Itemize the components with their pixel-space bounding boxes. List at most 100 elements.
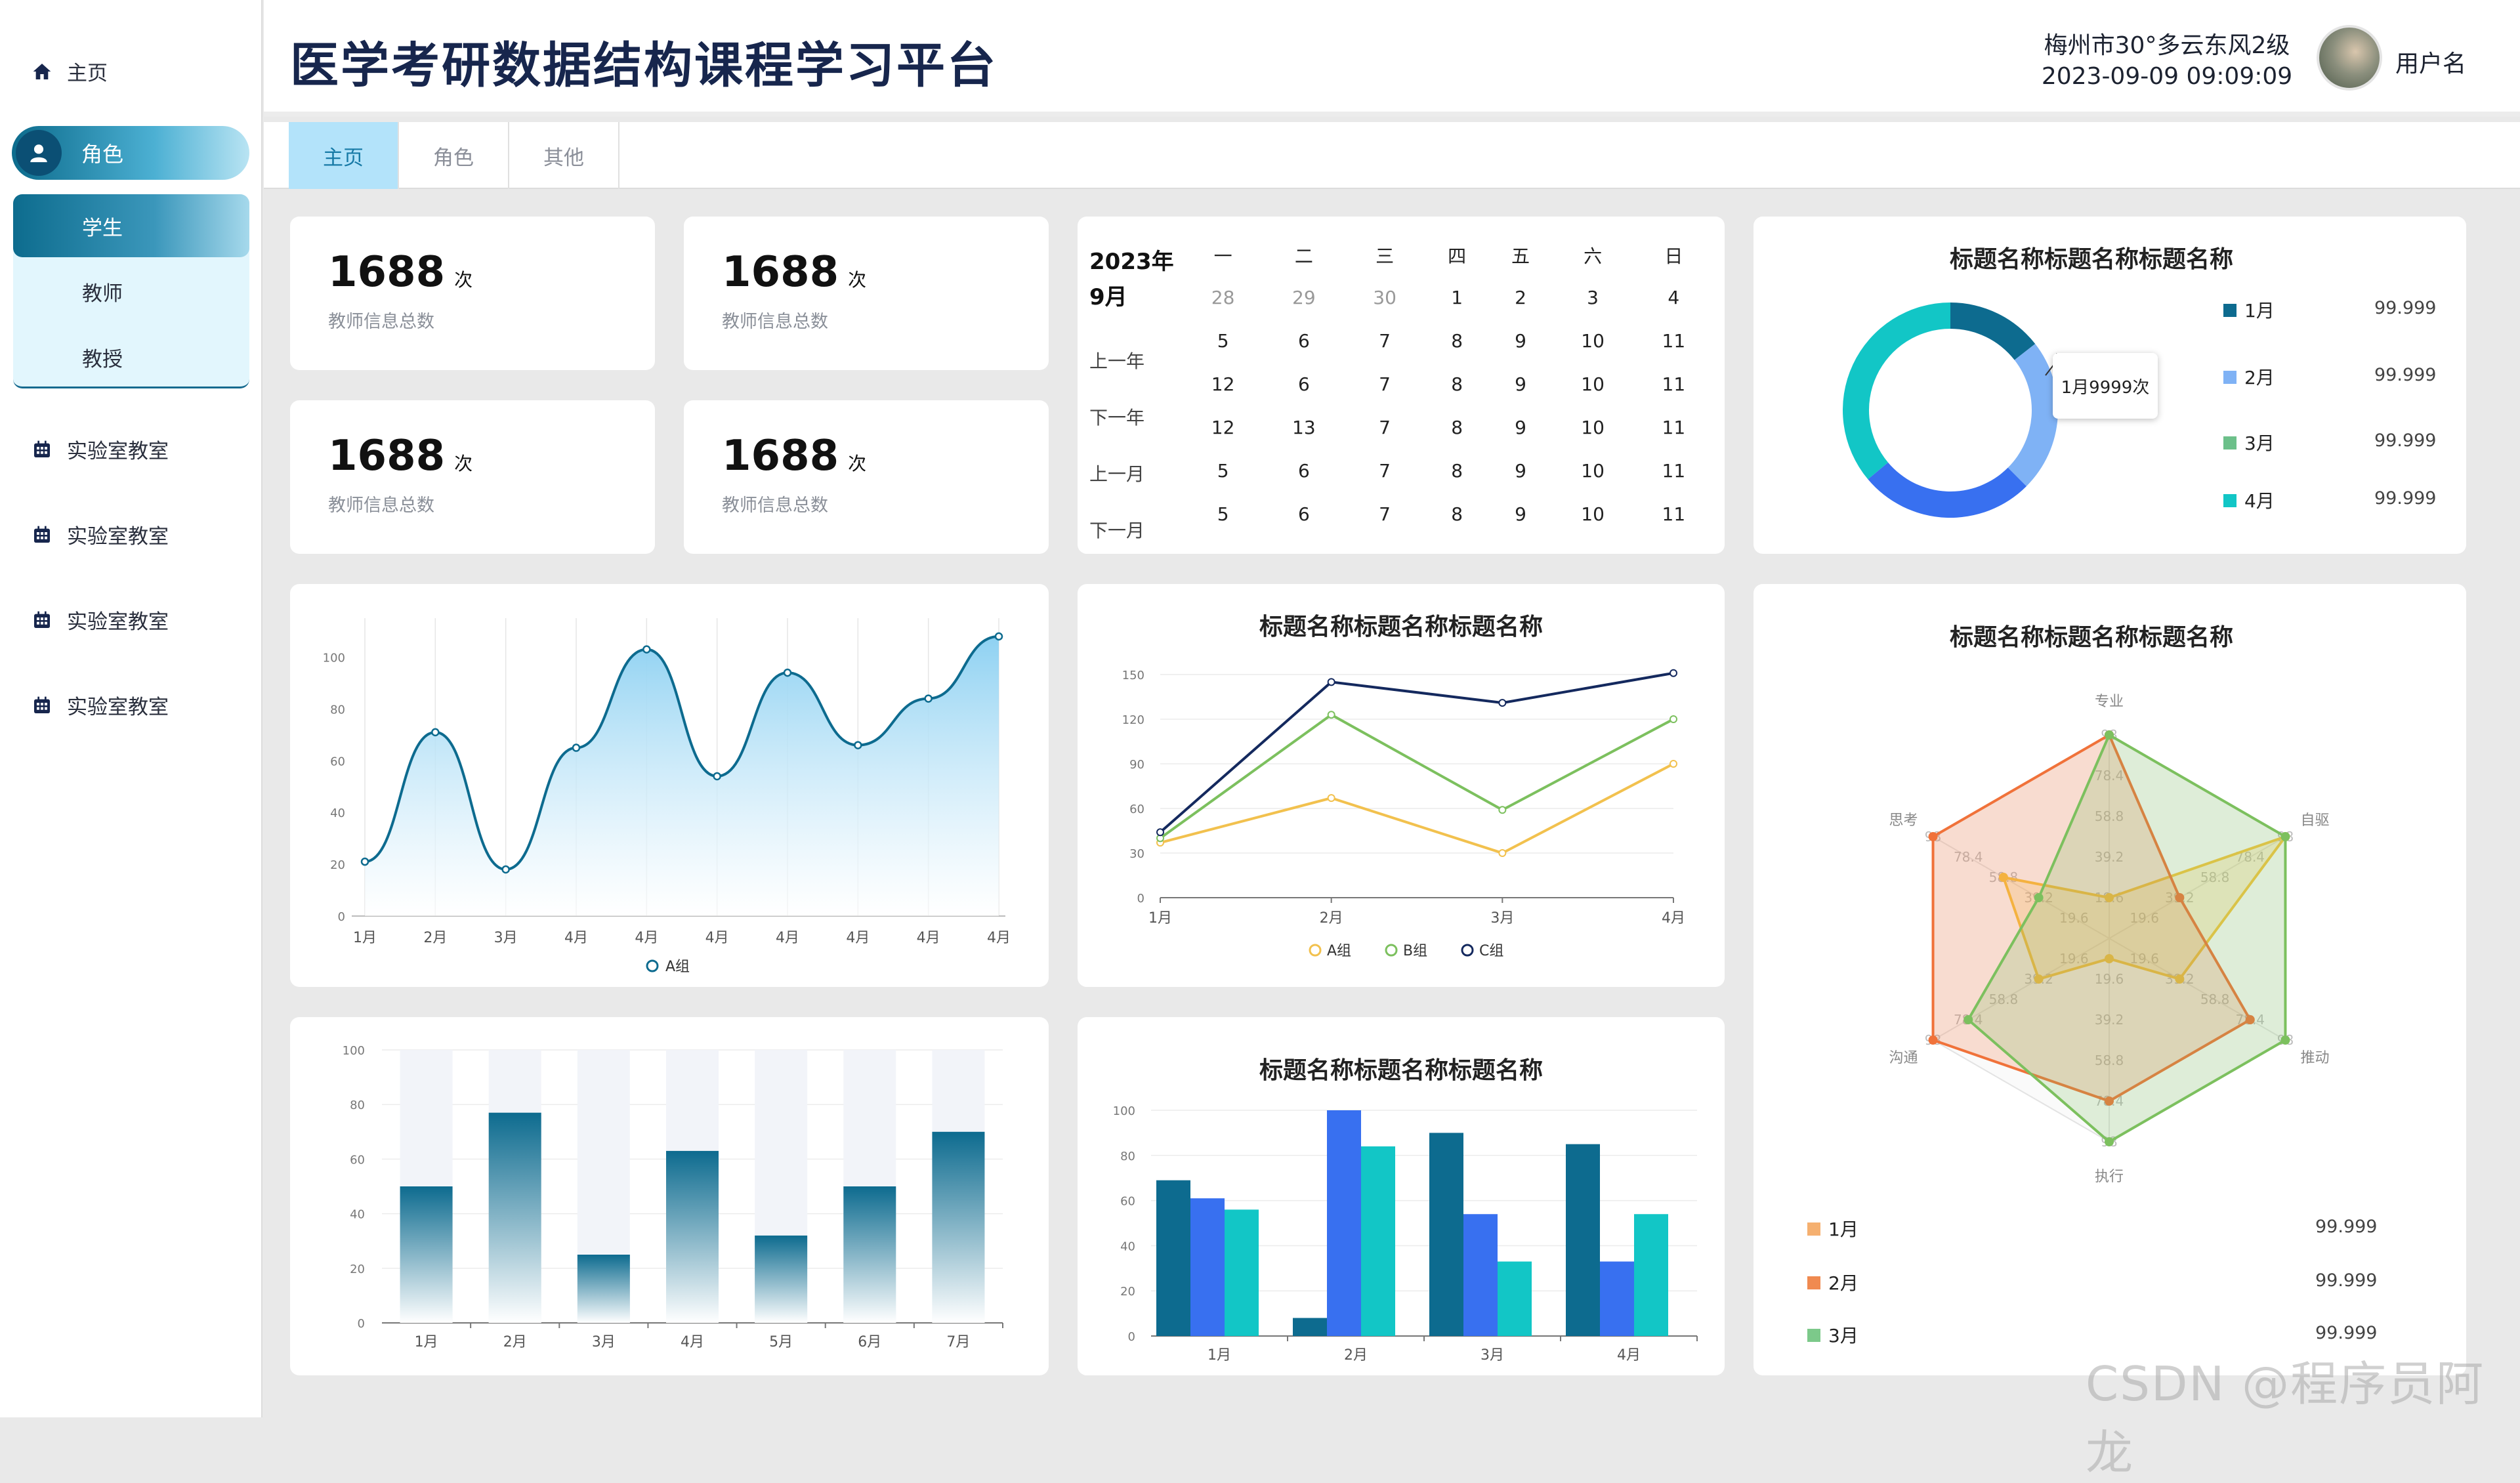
calendar-day[interactable]: 9 [1489, 449, 1553, 492]
x-tick-label: 2月 [423, 930, 447, 946]
tab-home[interactable]: 主页 [289, 122, 399, 189]
bar [1600, 1261, 1634, 1336]
calendar-day[interactable]: 7 [1344, 492, 1425, 535]
calendar-day[interactable]: 13 [1263, 406, 1344, 449]
bar [1361, 1146, 1395, 1336]
y-tick-label: 100 [343, 1044, 365, 1058]
bar [755, 1235, 808, 1323]
calendar-day[interactable]: 10 [1552, 362, 1633, 406]
calendar-day[interactable]: 11 [1633, 492, 1714, 535]
calendar-day[interactable]: 12 [1183, 406, 1263, 449]
radar-point [1928, 832, 1938, 841]
x-tick-label: 1月 [1208, 1347, 1231, 1364]
line-chart-card: 标题名称标题名称标题名称 0 30 60 90 120 150 1月 2月 3月 4月 A组 B组 C组 [1078, 584, 1725, 987]
donut-card: 标题名称标题名称标题名称 1月9999次 1月 99.999 2月 99.999… [1754, 217, 2466, 554]
next-month-button[interactable]: 下一月 [1089, 503, 1144, 559]
calendar-nav: 上一年 下一年 上一月 下一月 [1089, 333, 1144, 559]
avatar[interactable] [2317, 25, 2382, 91]
calendar-day[interactable]: 11 [1633, 449, 1714, 492]
calendar-day[interactable]: 9 [1489, 492, 1553, 535]
radar-point [2105, 1137, 2114, 1146]
username[interactable]: 用户名 [2395, 45, 2466, 79]
calendar-day[interactable]: 28 [1183, 276, 1263, 319]
donut-legend-item[interactable]: 4月 [2223, 487, 2275, 513]
calendar-day[interactable]: 10 [1552, 492, 1633, 535]
bar [1293, 1318, 1327, 1336]
sidebar-item-lab-4[interactable]: 实验室教室 [32, 690, 169, 720]
tab-role[interactable]: 角色 [399, 122, 509, 189]
calendar-day[interactable]: 8 [1425, 449, 1489, 492]
donut-legend-item[interactable]: 3月 [2223, 429, 2275, 455]
x-tick-label: 7月 [946, 1334, 970, 1350]
calendar-day[interactable]: 5 [1183, 492, 1263, 535]
calendar-day[interactable]: 29 [1263, 276, 1344, 319]
weekday-label: 一 [1213, 245, 1232, 267]
calendar-day[interactable]: 11 [1633, 362, 1714, 406]
sidebar-item-home-label: 主页 [67, 62, 108, 85]
radar-legend-value: 99.999 [2315, 1217, 2378, 1237]
calendar-day[interactable]: 8 [1425, 406, 1489, 449]
sidebar-item-home[interactable]: 主页 [32, 56, 108, 86]
prev-month-button[interactable]: 上一月 [1089, 446, 1144, 503]
calendar-day[interactable]: 10 [1552, 406, 1633, 449]
radar-legend-item[interactable]: 2月 [1807, 1269, 1858, 1295]
calendar-day[interactable]: 5 [1183, 319, 1263, 362]
sidebar-item-lab-2[interactable]: 实验室教室 [32, 520, 169, 549]
submenu-item-teacher[interactable]: 教师 [82, 277, 123, 306]
bar [1429, 1133, 1463, 1336]
radar-legend-item[interactable]: 1月 [1807, 1215, 1858, 1242]
calendar-day[interactable]: 10 [1552, 449, 1633, 492]
prev-year-button[interactable]: 上一年 [1089, 333, 1144, 390]
data-point [1670, 715, 1677, 723]
radar-legend-item[interactable]: 3月 [1807, 1322, 1858, 1348]
next-year-button[interactable]: 下一年 [1089, 390, 1144, 446]
calendar-day[interactable]: 6 [1263, 492, 1344, 535]
y-tick-label: 40 [1120, 1240, 1135, 1253]
calendar-day[interactable]: 12 [1183, 362, 1263, 406]
calendar-day[interactable]: 4 [1633, 276, 1714, 319]
calendar-day[interactable]: 10 [1552, 319, 1633, 362]
sidebar-item-lab-1[interactable]: 实验室教室 [32, 434, 169, 464]
calendar-day[interactable]: 11 [1633, 406, 1714, 449]
data-point [360, 857, 369, 866]
x-tick-label: 4月 [681, 1334, 704, 1350]
x-tick-label: 2月 [1320, 910, 1343, 927]
donut-legend-item[interactable]: 2月 [2223, 364, 2275, 390]
calendar-day[interactable]: 7 [1344, 362, 1425, 406]
bar [488, 1112, 541, 1323]
calendar-day[interactable]: 8 [1425, 362, 1489, 406]
donut-legend-item[interactable]: 1月 [2223, 297, 2275, 323]
bar [843, 1186, 896, 1323]
calendar-day[interactable]: 6 [1263, 362, 1344, 406]
legend-marker [1385, 944, 1398, 957]
calendar-day[interactable]: 9 [1489, 406, 1553, 449]
x-tick-label: 1月 [1148, 910, 1172, 927]
calendar-day[interactable]: 9 [1489, 319, 1553, 362]
submenu-item-student[interactable]: 学生 [13, 194, 249, 257]
x-tick-label: 4月 [564, 930, 588, 946]
tab-other[interactable]: 其他 [509, 122, 620, 189]
y-tick-label: 60 [1129, 803, 1144, 816]
calendar-day[interactable]: 7 [1344, 406, 1425, 449]
calendar-day[interactable]: 6 [1263, 449, 1344, 492]
calendar-day[interactable]: 5 [1183, 449, 1263, 492]
y-tick-label: 20 [350, 1263, 365, 1276]
submenu-item-professor[interactable]: 教授 [82, 343, 123, 372]
sidebar-item-role[interactable]: 角色 [12, 126, 249, 180]
calendar-day[interactable]: 9 [1489, 362, 1553, 406]
calendar-day[interactable]: 1 [1425, 276, 1489, 319]
calendar-day[interactable]: 11 [1633, 319, 1714, 362]
calendar-day[interactable]: 8 [1425, 492, 1489, 535]
calendar-day[interactable]: 30 [1344, 276, 1425, 319]
y-tick-label: 90 [1129, 758, 1144, 772]
calendar-day[interactable]: 7 [1344, 319, 1425, 362]
calendar-day[interactable]: 6 [1263, 319, 1344, 362]
calendar-day[interactable]: 8 [1425, 319, 1489, 362]
data-point [1498, 806, 1507, 814]
calendar-day[interactable]: 3 [1552, 276, 1633, 319]
calendar-day[interactable]: 2 [1489, 276, 1553, 319]
stat-label: 教师信息总数 [328, 495, 434, 516]
calendar-day[interactable]: 7 [1344, 449, 1425, 492]
sidebar-item-lab-3[interactable]: 实验室教室 [32, 605, 169, 635]
legend-marker [1461, 944, 1474, 957]
